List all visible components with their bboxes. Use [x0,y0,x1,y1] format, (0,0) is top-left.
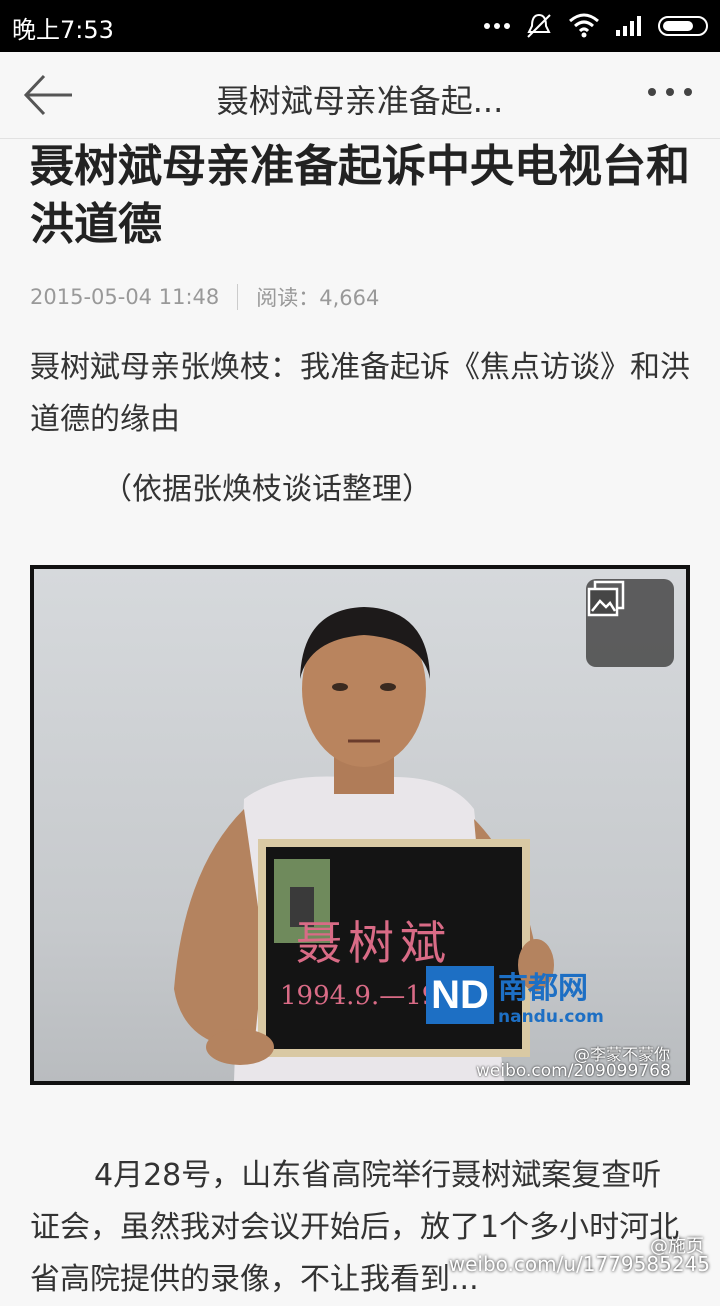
notification-dots-icon [484,23,510,29]
article-meta: 2015-05-04 11:48 阅读：4,664 [30,282,690,312]
board-date-text: 1994.9.—19 [280,981,439,1011]
nandu-logo-text: 南都网 nandu.com [498,963,604,1027]
nandu-logo: ND 南都网 nandu.com [426,963,604,1027]
back-arrow-icon [23,74,72,116]
article-date: 2015-05-04 11:48 [30,285,220,309]
article-subtitle: 聂树斌母亲张焕枝：我准备起诉《焦点访谈》和洪道德的缘由 [30,350,690,437]
photo-weibo-url: weibo.com/209099768 [476,1061,671,1081]
article-title: 聂树斌母亲准备起诉中央电视台和洪道德 [30,141,690,250]
more-dots-icon[interactable] [648,88,692,96]
nandu-logo-main: 南都网 [498,971,588,1006]
back-button[interactable] [20,70,80,120]
nav-title: 聂树斌母亲准备起... [216,82,504,120]
watermark-url: weibo.com/u/1779585245 [448,1252,710,1276]
battery-icon [658,16,708,36]
signal-icon [616,16,641,36]
article-photo[interactable]: 聂树斌 1994.9.—19 ND 南都网 nandu.com @李蒙不蒙你 w… [30,565,690,1085]
article-content: 聂树斌母亲准备起诉中央电视台和洪道德 2015-05-04 11:48 阅读：4… [30,138,690,508]
nd-logo-icon: ND [426,966,494,1024]
read-count: 阅读：4,664 [256,286,380,310]
status-icons [484,10,708,42]
photo-canvas: 聂树斌 1994.9.—19 ND 南都网 nandu.com @李蒙不蒙你 w… [34,569,686,1081]
article-body: 4月28号，山东省高院举行聂树斌案复查听证会，虽然我对会议开始后，放了1个多小时… [30,1158,680,1297]
status-time: 晚上7:53 [12,16,114,44]
mute-icon [527,13,551,38]
nav-bar: 聂树斌母亲准备起... [0,52,720,139]
gallery-button[interactable] [586,579,674,667]
wifi-icon [569,13,599,38]
nandu-logo-sub: nandu.com [498,1007,604,1027]
meta-divider [237,284,239,310]
article-note: （依据张焕枝谈话整理） [102,472,432,507]
gallery-icon [587,580,625,617]
status-bar: 晚上7:53 [0,0,720,52]
